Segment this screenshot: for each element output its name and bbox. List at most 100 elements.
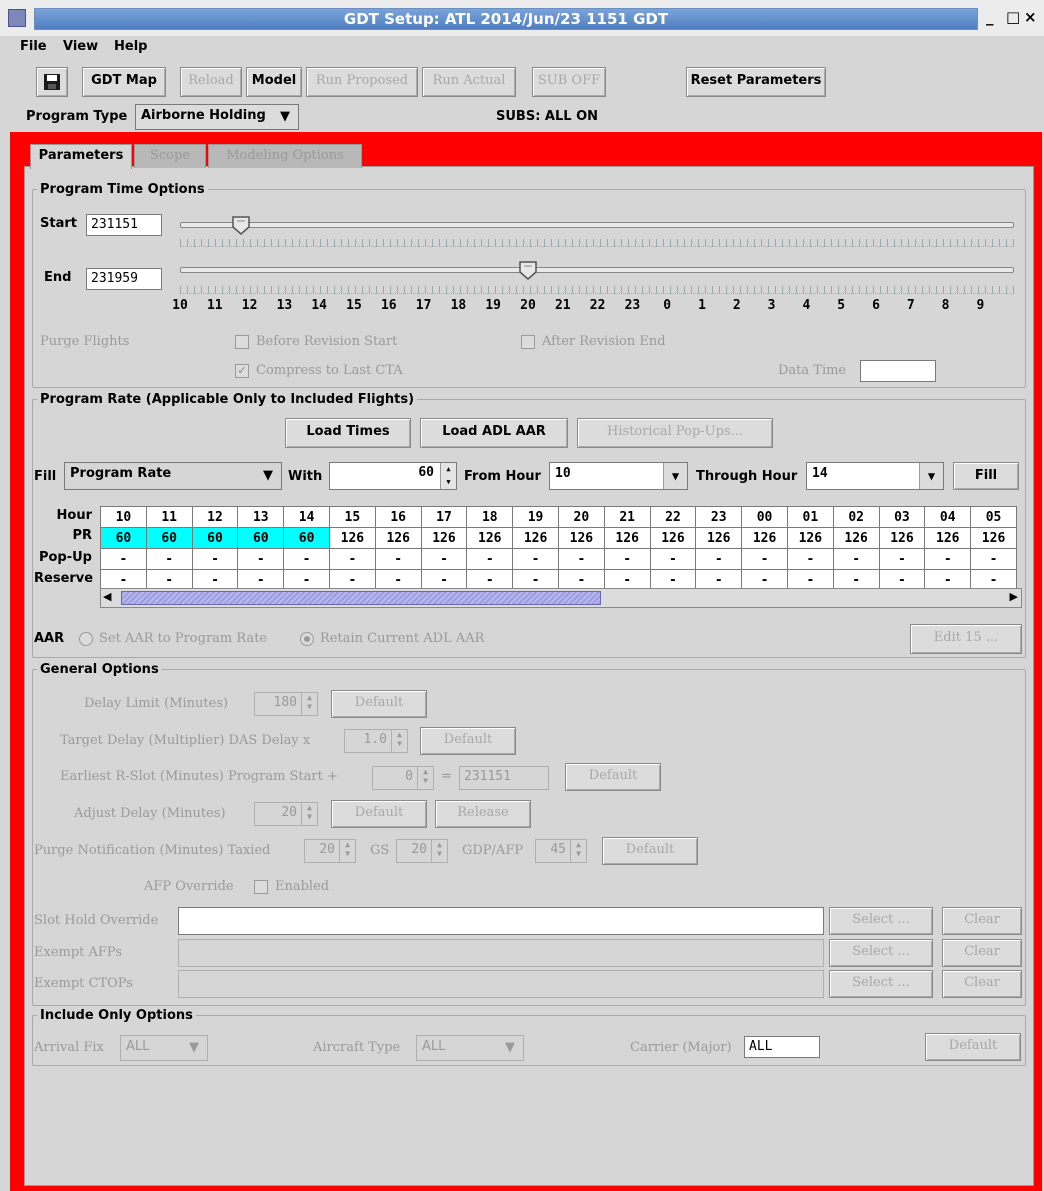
grid-popup-cell[interactable]: - (832, 548, 880, 570)
minimize-icon[interactable]: _ (986, 8, 994, 26)
slot-hold-clear-button[interactable]: Clear (942, 907, 1022, 935)
grid-popup-cell[interactable]: - (878, 548, 926, 570)
load-times-button[interactable]: Load Times (285, 418, 411, 448)
close-icon[interactable]: × (1024, 8, 1037, 26)
historical-popups-button[interactable]: Historical Pop-Ups... (577, 418, 773, 448)
load-adl-aar-button[interactable]: Load ADL AAR (420, 418, 568, 448)
rate-grid[interactable]: 10 11 12 13 14 15 16 17 18 19 20 21 22 23 00 01 02 03 04 05… (100, 506, 1017, 591)
after-revision-end-checkbox[interactable] (521, 335, 535, 349)
grid-pr-cell[interactable]: 126 (695, 527, 743, 549)
grid-pr-cell[interactable]: 126 (328, 527, 376, 549)
grid-pr-cell[interactable]: 126 (512, 527, 559, 549)
grid-pr-cell[interactable]: 126 (786, 527, 834, 549)
scroll-left-icon[interactable]: ◀ (103, 590, 111, 603)
delay-limit-spinner[interactable]: 180 ▲ ▼ (254, 692, 318, 716)
release-button[interactable]: Release (435, 800, 531, 828)
grid-pr-cell[interactable]: 60 (191, 527, 239, 549)
set-aar-radio[interactable] (79, 632, 93, 646)
grid-pr-cell[interactable]: 126 (741, 527, 788, 549)
spinner-arrows-icon[interactable]: ▲ ▼ (440, 463, 456, 489)
spinner-arrows-icon[interactable]: ▲ ▼ (417, 767, 433, 789)
start-time-input[interactable]: 231151 (86, 214, 162, 236)
grid-pr-cell[interactable]: 60 (100, 527, 147, 549)
exempt-afps-clear-button[interactable]: Clear (942, 939, 1022, 967)
include-only-default-button[interactable]: Default (925, 1033, 1021, 1061)
grid-popup-cell[interactable]: - (100, 548, 147, 570)
scroll-right-icon[interactable]: ▶ (1010, 590, 1018, 603)
target-delay-default-button[interactable]: Default (420, 727, 516, 755)
grid-hour-cell[interactable]: 13 (237, 506, 285, 528)
menu-file[interactable]: File (20, 39, 47, 54)
reload-button[interactable]: Reload (180, 67, 242, 97)
fill-type-select[interactable]: Program Rate ▼ (64, 462, 282, 490)
maximize-icon[interactable]: □ (1006, 8, 1020, 26)
earliest-rslot-spinner[interactable]: 0 ▲ ▼ (372, 766, 434, 790)
grid-popup-cell[interactable]: - (328, 548, 376, 570)
target-delay-spinner[interactable]: 1.0 ▲ ▼ (344, 729, 408, 753)
grid-pr-cell[interactable]: 126 (832, 527, 880, 549)
sub-off-button[interactable]: SUB OFF (532, 67, 606, 97)
end-time-input[interactable]: 231959 (86, 268, 162, 290)
grid-pr-cell[interactable]: 60 (237, 527, 285, 549)
exempt-ctops-input[interactable] (178, 970, 824, 998)
grid-popup-cell[interactable]: - (512, 548, 559, 570)
exempt-ctops-clear-button[interactable]: Clear (942, 970, 1022, 998)
grid-hour-cell[interactable]: 18 (466, 506, 514, 528)
earliest-rslot-default-button[interactable]: Default (565, 763, 661, 791)
run-proposed-button[interactable]: Run Proposed (306, 67, 418, 97)
end-slider-track[interactable] (180, 267, 1014, 273)
grid-popup-cell[interactable]: - (374, 548, 422, 570)
compress-to-last-cta-checkbox[interactable]: ✓ (235, 364, 249, 378)
grid-hour-cell[interactable]: 17 (420, 506, 468, 528)
purge-notification-default-button[interactable]: Default (602, 837, 698, 865)
grid-pr-cell[interactable]: 60 (145, 527, 193, 549)
grid-pr-cell[interactable]: 126 (466, 527, 514, 549)
grid-hour-cell[interactable]: 16 (374, 506, 422, 528)
data-time-input[interactable] (860, 360, 936, 382)
carrier-input[interactable]: ALL (744, 1036, 820, 1058)
grid-popup-cell[interactable]: - (924, 548, 972, 570)
arrival-fix-select[interactable]: ALL ▼ (120, 1035, 208, 1061)
gdt-map-button[interactable]: GDT Map (82, 67, 166, 97)
grid-pr-cell[interactable]: 126 (557, 527, 605, 549)
run-actual-button[interactable]: Run Actual (422, 67, 516, 97)
grid-popup-cell[interactable]: - (786, 548, 834, 570)
before-revision-start-checkbox[interactable] (235, 335, 249, 349)
grid-hour-cell[interactable]: 21 (603, 506, 651, 528)
spinner-arrows-icon[interactable]: ▲ ▼ (570, 840, 586, 862)
grid-hour-cell[interactable]: 11 (145, 506, 193, 528)
grid-hour-cell[interactable]: 12 (191, 506, 239, 528)
grid-hour-cell[interactable]: 04 (924, 506, 972, 528)
grid-hour-cell[interactable]: 02 (832, 506, 880, 528)
grid-pr-cell[interactable]: 60 (283, 527, 330, 549)
exempt-afps-select-button[interactable]: Select ... (829, 939, 933, 967)
slot-hold-override-input[interactable] (178, 907, 824, 935)
grid-popup-cell[interactable]: - (649, 548, 697, 570)
afp-override-checkbox[interactable] (254, 880, 268, 894)
spinner-arrows-icon[interactable]: ▲ ▼ (339, 840, 355, 862)
tab-modeling-options[interactable]: Modeling Options (208, 144, 362, 168)
grid-pr-cell[interactable]: 126 (649, 527, 697, 549)
grid-hour-cell[interactable]: 22 (649, 506, 697, 528)
grid-pr-cell[interactable]: 126 (603, 527, 651, 549)
spinner-arrows-icon[interactable]: ▲ ▼ (391, 730, 407, 752)
grid-popup-cell[interactable]: - (741, 548, 788, 570)
with-rate-input[interactable]: 60 ▲ ▼ (329, 462, 457, 490)
grid-pr-cell[interactable]: 126 (374, 527, 422, 549)
grid-popup-cell[interactable]: - (191, 548, 239, 570)
through-hour-select[interactable]: 14 ▼ (806, 462, 944, 490)
menu-view[interactable]: View (63, 39, 98, 54)
delay-limit-default-button[interactable]: Default (331, 690, 427, 718)
gdp-afp-spinner[interactable]: 45 ▲ ▼ (535, 839, 587, 863)
grid-pr-cell[interactable]: 126 (970, 527, 1017, 549)
grid-hour-cell[interactable]: 15 (328, 506, 376, 528)
gs-spinner[interactable]: 20 ▲ ▼ (396, 839, 448, 863)
grid-hour-cell[interactable]: 01 (786, 506, 834, 528)
grid-pr-cell[interactable]: 126 (878, 527, 926, 549)
adjust-delay-default-button[interactable]: Default (331, 800, 427, 828)
grid-popup-cell[interactable]: - (557, 548, 605, 570)
grid-hour-cell[interactable]: 05 (970, 506, 1017, 528)
grid-popup-cell[interactable]: - (695, 548, 743, 570)
edit-15-button[interactable]: Edit 15 ... (910, 624, 1022, 654)
tab-parameters[interactable]: Parameters (30, 144, 132, 169)
